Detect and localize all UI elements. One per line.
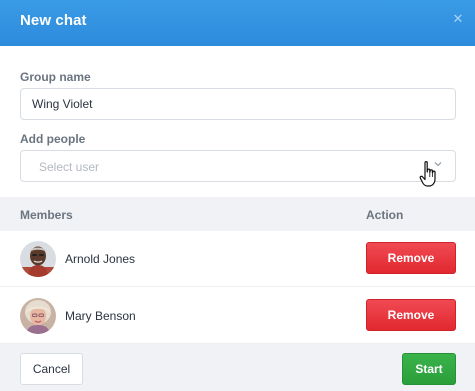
avatar	[20, 298, 56, 334]
new-chat-dialog: New chat ✕ Group name Wing Violet Add pe…	[0, 0, 475, 391]
select-user-dropdown[interactable]: Select user	[20, 150, 456, 182]
select-user-placeholder: Select user	[39, 160, 100, 174]
group-name-input[interactable]: Wing Violet	[20, 88, 456, 120]
member-row: Arnold Jones Remove	[0, 231, 475, 287]
member-name: Arnold Jones	[65, 252, 136, 266]
start-button[interactable]: Start	[402, 353, 456, 385]
member-row: Mary Benson Remove	[0, 288, 475, 344]
remove-member-button[interactable]: Remove	[366, 299, 456, 331]
dialog-footer: Cancel Start	[0, 344, 475, 391]
cancel-button[interactable]: Cancel	[20, 353, 83, 385]
remove-member-button[interactable]: Remove	[366, 242, 456, 274]
members-column-header: Members	[20, 208, 73, 222]
members-table-header: Members Action	[0, 197, 475, 231]
close-icon[interactable]: ✕	[451, 12, 465, 26]
avatar	[20, 241, 56, 277]
dialog-header: New chat ✕	[0, 0, 475, 46]
add-people-label: Add people	[20, 132, 86, 146]
group-name-value: Wing Violet	[32, 97, 93, 111]
dialog-title: New chat	[20, 12, 87, 29]
action-column-header: Action	[366, 208, 404, 222]
hand-cursor-icon	[419, 161, 436, 187]
group-name-label: Group name	[20, 70, 91, 84]
member-name: Mary Benson	[65, 309, 136, 323]
